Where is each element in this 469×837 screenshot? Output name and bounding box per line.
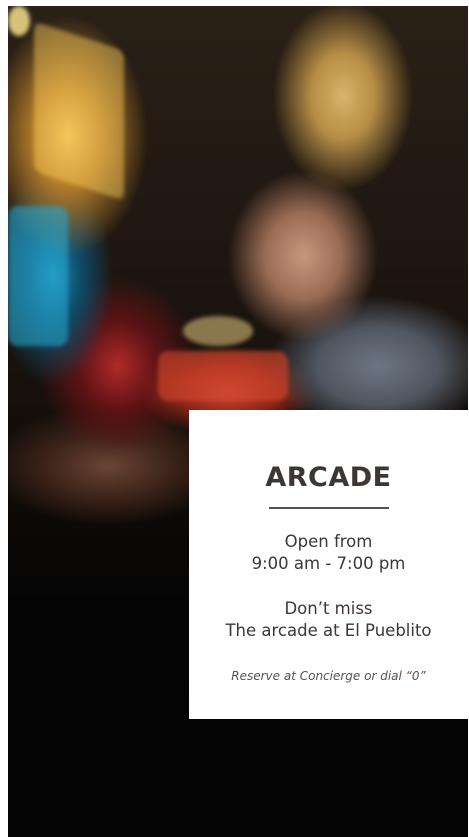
promo-line-2: The arcade at El Pueblito: [225, 621, 432, 640]
reserve-note: Reserve at Concierge or dial “0”: [231, 669, 426, 683]
arcade-cabinet-glow: [158, 351, 288, 401]
arcade-marquee-glow: [34, 21, 124, 201]
promo-line-1: Don’t miss: [284, 599, 373, 618]
title-divider: [268, 507, 389, 509]
hours-label: Open from: [284, 532, 373, 551]
promo-text: Don’t miss The arcade at El Pueblito: [225, 598, 431, 642]
arcade-light-glow: [8, 6, 30, 36]
info-card: ARCADE Open from 9:00 am - 7:00 pm Don’t…: [189, 410, 468, 719]
background-light-glow: [183, 316, 253, 346]
hours-value: 9:00 am - 7:00 pm: [251, 554, 406, 573]
opening-hours: Open from 9:00 am - 7:00 pm: [252, 531, 406, 575]
card-title: ARCADE: [265, 462, 392, 493]
promo-panel: ARCADE Open from 9:00 am - 7:00 pm Don’t…: [8, 6, 468, 837]
arcade-screen-glow: [8, 206, 68, 346]
